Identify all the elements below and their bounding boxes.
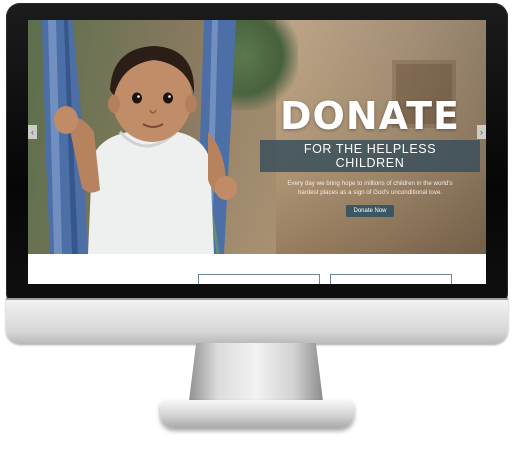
screen: DONATE FOR THE HELPLESS CHILDREN Every d…	[28, 20, 486, 284]
donate-now-button[interactable]: Donate Now	[346, 205, 394, 217]
slider-prev-button[interactable]: ‹	[28, 125, 37, 139]
chevron-left-icon: ‹	[31, 127, 34, 137]
content-card-right[interactable]	[330, 274, 452, 284]
hero-description-line: hardest places as a sign of God's uncond…	[297, 189, 443, 196]
content-card-left[interactable]	[198, 274, 320, 284]
chevron-right-icon: ›	[480, 127, 483, 137]
hero-banner: DONATE FOR THE HELPLESS CHILDREN Every d…	[28, 20, 486, 254]
chin-divider	[6, 298, 508, 300]
hero-text-block: DONATE FOR THE HELPLESS CHILDREN Every d…	[260, 96, 480, 217]
slider-next-button[interactable]: ›	[477, 125, 486, 139]
donate-title: DONATE	[280, 94, 460, 138]
donate-subtitle: FOR THE HELPLESS CHILDREN	[260, 140, 480, 172]
hero-description: Every day we bring hope to millions of c…	[260, 179, 480, 197]
monitor-chin	[6, 298, 508, 344]
hero-description-line: Every day we bring hope to millions of c…	[287, 180, 453, 187]
monitor: DONATE FOR THE HELPLESS CHILDREN Every d…	[0, 0, 512, 454]
monitor-stand-base	[160, 400, 354, 428]
